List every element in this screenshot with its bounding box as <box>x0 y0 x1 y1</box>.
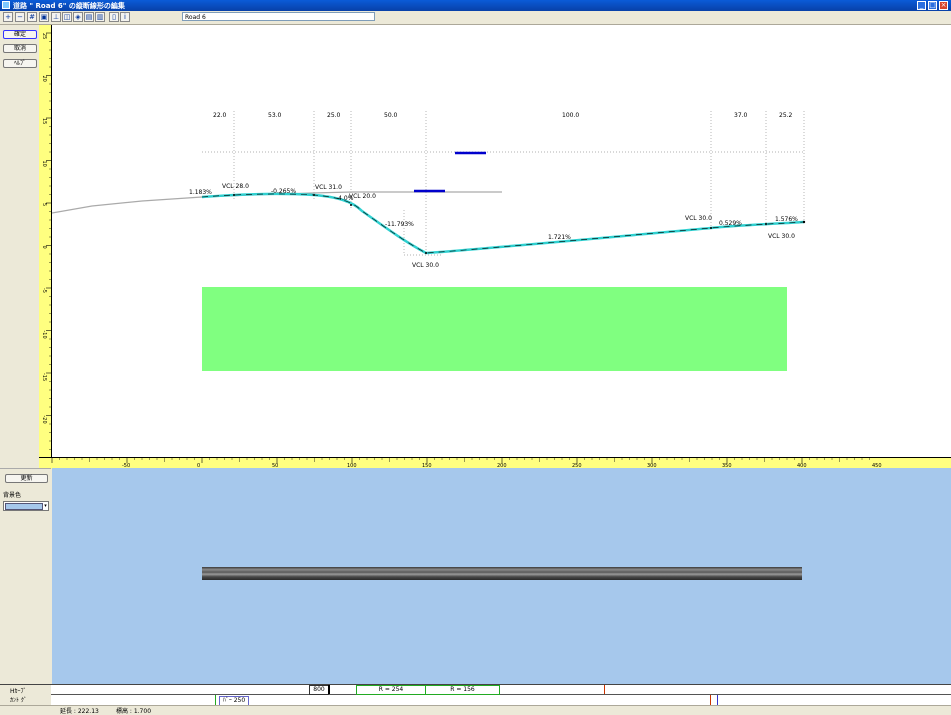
road-3d-preview[interactable] <box>52 468 951 684</box>
v-ruler-label: 20 <box>41 76 47 82</box>
grade-label: 1.576% <box>775 216 798 223</box>
grade-label: 1.183% <box>189 189 212 196</box>
v-ruler-label: -20 <box>41 416 47 424</box>
grid-icon[interactable]: # <box>27 12 37 22</box>
vcl-label: VCL 31.0 <box>315 184 342 191</box>
vcl-label: VCL 30.0 <box>412 262 439 269</box>
length-status: 延長 : 222.13 <box>60 708 99 715</box>
vcl-label: VCL 30.0 <box>768 233 795 240</box>
profile-canvas[interactable]: 22.0 53.0 25.0 50.0 100.0 37.0 25.2 1.18… <box>52 25 951 457</box>
close-button[interactable]: × <box>939 1 948 10</box>
h-curve-label: Hｶｰﾌﾞ <box>10 688 27 695</box>
grade-label: -0.265% <box>271 188 296 195</box>
export-icon[interactable]: ▥ <box>95 12 105 22</box>
profile-line[interactable] <box>201 192 805 255</box>
update-button[interactable]: 更新 <box>5 474 48 483</box>
v-ruler-label: -10 <box>41 331 47 339</box>
grade-label: 0.529% <box>719 220 742 227</box>
road-name-field[interactable]: Road 6 <box>182 12 375 21</box>
cancel-button[interactable]: 取消 <box>3 44 37 53</box>
v-ruler-label: 10 <box>41 161 47 167</box>
bg-color-label: 背景色 <box>3 492 22 499</box>
bg-color-picker[interactable]: ▾ <box>3 501 49 511</box>
elevation-status: 標高 : 1.700 <box>116 708 152 715</box>
vcl-label: VCL 28.0 <box>222 183 249 190</box>
segment-length: 50.0 <box>384 112 398 119</box>
segment-length: 25.2 <box>779 112 793 119</box>
app-icon <box>2 1 10 9</box>
segment-length: 37.0 <box>734 112 748 119</box>
curve-box[interactable]: 800 <box>309 685 329 695</box>
segment-length: 53.0 <box>268 112 282 119</box>
window-title: 道路 " Road 6" の縦断線形の編集 <box>13 2 125 10</box>
segment-length: 25.0 <box>327 112 341 119</box>
maximize-button[interactable]: □ <box>928 1 937 10</box>
curve-box[interactable]: R = 156 <box>425 685 500 695</box>
v-ruler-label: 0 <box>41 246 47 249</box>
zoom-in-icon[interactable]: + <box>3 12 13 22</box>
v-ruler-label: -5 <box>41 288 47 293</box>
profile-svg: 22.0 53.0 25.0 50.0 100.0 37.0 25.2 1.18… <box>52 111 806 371</box>
chevron-down-icon[interactable]: ▾ <box>43 502 48 510</box>
help-button[interactable]: ﾍﾙﾌﾟ <box>3 59 37 68</box>
v-ruler-label: -15 <box>41 373 47 381</box>
minimize-button[interactable]: _ <box>917 1 926 10</box>
preview-panel: 更新 背景色 ▾ <box>0 468 51 685</box>
ok-button[interactable]: 確定 <box>3 30 37 39</box>
curve-bar: Hｶｰﾌﾞ ｶﾝﾄ ｸﾞ 800 R = 254 R = 156 ﾊﾞｰ 250 <box>0 684 951 706</box>
cant-track[interactable]: ﾊﾞｰ 250 <box>51 695 951 706</box>
vertical-ruler: 25 20 15 10 5 0 -5 -10 -15 -20 <box>39 25 52 468</box>
band-area <box>202 287 787 371</box>
road-surface <box>202 567 802 580</box>
vcl-label: VCL 30.0 <box>685 215 712 222</box>
v-ruler-label: 5 <box>41 203 47 206</box>
view-icon[interactable]: ◫ <box>62 12 72 22</box>
segment-length: 100.0 <box>562 112 579 119</box>
print-icon[interactable]: ▤ <box>84 12 94 22</box>
title-bar: 道路 " Road 6" の縦断線形の編集 _ □ × <box>0 0 951 11</box>
left-panel: 確定 取消 ﾍﾙﾌﾟ <box>0 25 39 468</box>
v-ruler-label: 25 <box>41 33 47 39</box>
doc-icon[interactable]: ▯ <box>109 12 119 22</box>
toolbar: + − # ▣ ⊥ ◫ ◈ ▤ ▥ ▯ i Road 6 <box>0 11 951 25</box>
layer-icon[interactable]: ◈ <box>73 12 83 22</box>
vcl-label: VCL 20.0 <box>349 193 376 200</box>
cant-label: ｶﾝﾄ ｸﾞ <box>10 697 27 704</box>
info-icon[interactable]: i <box>120 12 130 22</box>
cross-section-icon[interactable]: ⊥ <box>51 12 61 22</box>
grade-label: 1.721% <box>548 234 571 241</box>
grade-label: -11.793% <box>385 221 414 228</box>
v-ruler-label: 15 <box>41 118 47 124</box>
segment-length: 22.0 <box>213 112 227 119</box>
zoom-all-icon[interactable]: ▣ <box>39 12 49 22</box>
zoom-out-icon[interactable]: − <box>15 12 25 22</box>
curve-box[interactable]: R = 254 <box>356 685 426 695</box>
h-curve-track[interactable]: 800 R = 254 R = 156 <box>51 685 951 695</box>
